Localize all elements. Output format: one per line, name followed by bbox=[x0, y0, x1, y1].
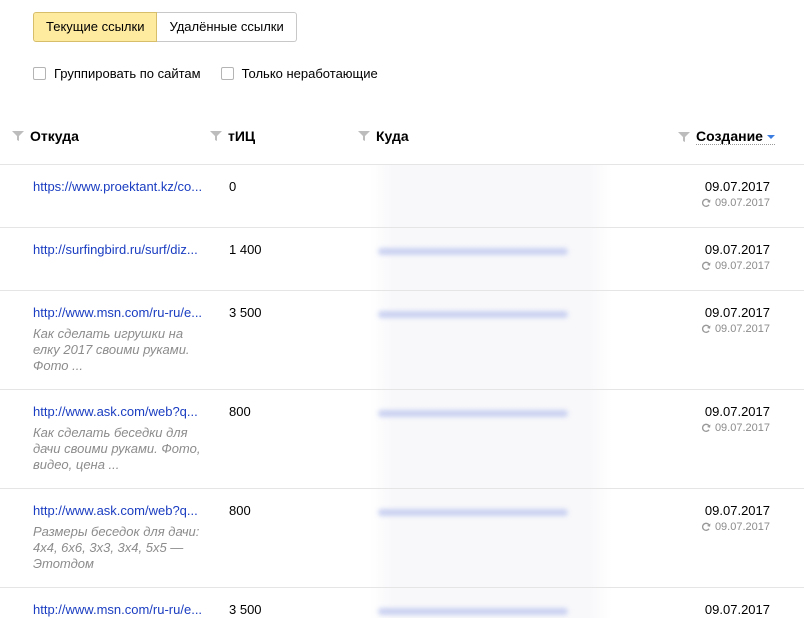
check-date: 09.07.2017 bbox=[701, 260, 770, 272]
source-link[interactable]: http://www.msn.com/ru-ru/e... bbox=[33, 305, 208, 320]
table-header: Откуда тИЦ Куда Создание bbox=[0, 116, 804, 165]
check-date: 09.07.2017 bbox=[701, 197, 770, 209]
check-date-text: 09.07.2017 bbox=[714, 521, 770, 533]
tic-value: 800 bbox=[229, 404, 251, 419]
refresh-icon bbox=[701, 522, 711, 531]
only-broken-checkbox[interactable]: Только неработающие bbox=[220, 66, 378, 81]
redacted-target-link bbox=[378, 311, 568, 318]
tic-value: 1 400 bbox=[229, 242, 262, 257]
filter-funnel-icon[interactable] bbox=[358, 130, 370, 142]
refresh-icon bbox=[701, 198, 711, 207]
created-cell: 09.07.2017 09.07.2017 bbox=[701, 305, 770, 335]
check-date-text: 09.07.2017 bbox=[714, 260, 770, 272]
created-cell: 09.07.2017 bbox=[705, 602, 770, 617]
source-link[interactable]: http://www.msn.com/ru-ru/e... bbox=[33, 602, 208, 617]
tic-value: 800 bbox=[229, 503, 251, 518]
source-cell: http://www.ask.com/web?q... Размеры бесе… bbox=[33, 503, 208, 572]
table-row: http://www.ask.com/web?q... Размеры бесе… bbox=[0, 489, 804, 588]
source-cell: http://www.ask.com/web?q... Как сделать … bbox=[33, 404, 208, 473]
refresh-icon bbox=[701, 261, 711, 270]
created-date: 09.07.2017 bbox=[704, 404, 770, 419]
check-date-text: 09.07.2017 bbox=[714, 422, 770, 434]
header-created-label[interactable]: Создание bbox=[696, 128, 775, 145]
check-date-text: 09.07.2017 bbox=[714, 323, 770, 335]
created-cell: 09.07.2017 09.07.2017 bbox=[701, 404, 770, 434]
header-from-label[interactable]: Откуда bbox=[30, 128, 79, 144]
created-date: 09.07.2017 bbox=[704, 503, 770, 518]
redacted-target-link bbox=[378, 509, 568, 516]
redacted-target-link bbox=[378, 248, 568, 255]
created-cell: 09.07.2017 09.07.2017 bbox=[701, 179, 770, 209]
header-created-text: Создание bbox=[696, 128, 763, 144]
check-date: 09.07.2017 bbox=[701, 521, 770, 533]
header-tic-label[interactable]: тИЦ bbox=[228, 128, 255, 144]
header-to: Куда bbox=[358, 128, 409, 144]
source-cell: http://www.msn.com/ru-ru/e... bbox=[33, 602, 208, 617]
created-date: 09.07.2017 bbox=[704, 602, 770, 617]
refresh-icon bbox=[701, 423, 711, 432]
check-date: 09.07.2017 bbox=[701, 422, 770, 434]
table-row: http://surfingbird.ru/surf/diz... 1 400 … bbox=[0, 228, 804, 291]
header-tic: тИЦ bbox=[210, 128, 255, 144]
tab-deleted-links[interactable]: Удалённые ссылки bbox=[157, 12, 297, 42]
table-row: http://www.msn.com/ru-ru/e... Как сделат… bbox=[0, 291, 804, 390]
filter-funnel-icon[interactable] bbox=[210, 130, 222, 142]
redacted-target-link bbox=[378, 410, 568, 417]
redacted-target-link bbox=[378, 608, 568, 615]
source-cell: http://www.msn.com/ru-ru/e... Как сделат… bbox=[33, 305, 208, 374]
tab-current-links[interactable]: Текущие ссылки bbox=[33, 12, 158, 42]
source-link[interactable]: http://surfingbird.ru/surf/diz... bbox=[33, 242, 208, 257]
source-snippet: Как сделать игрушки на елку 2017 своими … bbox=[33, 326, 190, 373]
header-from: Откуда bbox=[12, 128, 79, 144]
created-date: 09.07.2017 bbox=[704, 242, 770, 257]
source-link[interactable]: https://www.proektant.kz/co... bbox=[33, 179, 208, 194]
checkbox-box[interactable] bbox=[33, 67, 46, 80]
created-cell: 09.07.2017 09.07.2017 bbox=[701, 242, 770, 272]
sort-desc-icon bbox=[766, 135, 775, 140]
check-date: 09.07.2017 bbox=[701, 323, 770, 335]
group-by-site-label: Группировать по сайтам bbox=[54, 66, 201, 81]
group-by-site-checkbox[interactable]: Группировать по сайтам bbox=[33, 66, 201, 81]
source-snippet: Размеры беседок для дачи: 4x4, 6x6, 3x3,… bbox=[33, 524, 200, 571]
source-snippet: Как сделать беседки для дачи своими рука… bbox=[33, 425, 201, 472]
filter-funnel-icon[interactable] bbox=[12, 130, 24, 142]
tic-value: 3 500 bbox=[229, 602, 262, 617]
only-broken-label: Только неработающие bbox=[241, 66, 378, 81]
created-cell: 09.07.2017 09.07.2017 bbox=[701, 503, 770, 533]
source-link[interactable]: http://www.ask.com/web?q... bbox=[33, 503, 208, 518]
link-tabs: Текущие ссылки Удалённые ссылки bbox=[33, 12, 297, 42]
check-date-text: 09.07.2017 bbox=[714, 197, 770, 209]
header-created: Создание bbox=[678, 128, 775, 145]
filter-funnel-icon[interactable] bbox=[678, 131, 690, 143]
checkbox-box[interactable] bbox=[220, 67, 234, 80]
source-cell: https://www.proektant.kz/co... bbox=[33, 179, 208, 194]
table-row: http://www.ask.com/web?q... Как сделать … bbox=[0, 390, 804, 489]
created-date: 09.07.2017 bbox=[704, 179, 770, 194]
tic-value: 3 500 bbox=[229, 305, 262, 320]
table-row: http://www.msn.com/ru-ru/e... 3 500 09.0… bbox=[0, 588, 804, 618]
table-row: https://www.proektant.kz/co... 0 09.07.2… bbox=[0, 165, 804, 228]
refresh-icon bbox=[701, 324, 711, 333]
tic-value: 0 bbox=[229, 179, 237, 194]
header-to-label[interactable]: Куда bbox=[376, 128, 409, 144]
source-cell: http://surfingbird.ru/surf/diz... bbox=[33, 242, 208, 257]
filter-bar: Группировать по сайтам Только неработающ… bbox=[33, 66, 378, 81]
source-link[interactable]: http://www.ask.com/web?q... bbox=[33, 404, 208, 419]
created-date: 09.07.2017 bbox=[704, 305, 770, 320]
